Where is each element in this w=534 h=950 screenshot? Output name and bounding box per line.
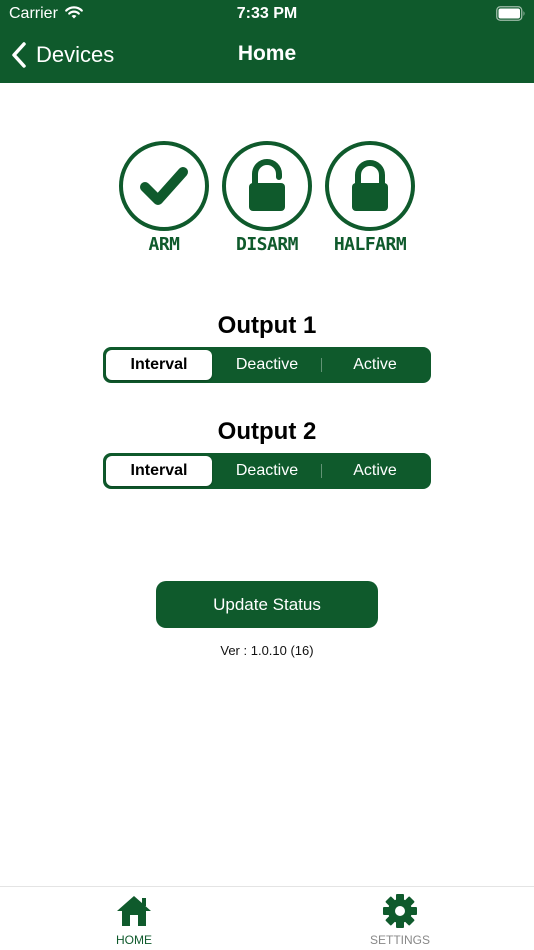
halfarm-button[interactable]: HALFARM <box>325 141 415 255</box>
page-title: Home <box>237 42 297 65</box>
tab-settings[interactable]: SETTINGS <box>340 893 460 947</box>
output-1-segment-active[interactable]: Active <box>322 350 428 380</box>
tab-bar: HOME SETTINGS <box>0 886 534 950</box>
unlocked-padlock-icon <box>249 159 285 211</box>
output-1-segmented-control: Interval Deactive Active <box>103 347 431 383</box>
header: Carrier 7:33 PM Devices Home <box>0 0 534 83</box>
update-status-button[interactable]: Update Status <box>156 581 378 628</box>
arm-button[interactable]: ARM <box>119 141 209 255</box>
status-bar: Carrier 7:33 PM <box>0 0 534 28</box>
disarm-label: DISARM <box>235 234 299 255</box>
home-icon <box>117 896 151 926</box>
output-2-segment-interval[interactable]: Interval <box>106 456 212 486</box>
tab-home[interactable]: HOME <box>74 893 194 947</box>
halfarm-circle <box>325 141 415 231</box>
locked-padlock-icon <box>352 160 388 211</box>
clock: 7:33 PM <box>236 5 298 22</box>
tab-settings-label: SETTINGS <box>369 933 430 947</box>
battery-icon <box>496 6 525 21</box>
arm-circle <box>119 141 209 231</box>
output-1-segment-interval[interactable]: Interval <box>106 350 212 380</box>
output-2-segment-deactive[interactable]: Deactive <box>214 456 320 486</box>
arm-label: ARM <box>148 234 180 255</box>
output-1-title: Output 1 <box>217 312 317 339</box>
gear-icon <box>383 894 417 928</box>
output-2-title: Output 2 <box>217 418 317 445</box>
disarm-button[interactable]: DISARM <box>222 141 312 255</box>
tab-home-label: HOME <box>116 933 152 947</box>
disarm-circle <box>222 141 312 231</box>
output-2-segmented-control: Interval Deactive Active <box>103 453 431 489</box>
output-2-segment-active[interactable]: Active <box>322 456 428 486</box>
output-1-segment-deactive[interactable]: Deactive <box>214 350 320 380</box>
halfarm-label: HALFARM <box>333 234 407 255</box>
version-label: Ver : 1.0.10 (16) <box>220 643 314 658</box>
check-icon <box>140 167 188 205</box>
